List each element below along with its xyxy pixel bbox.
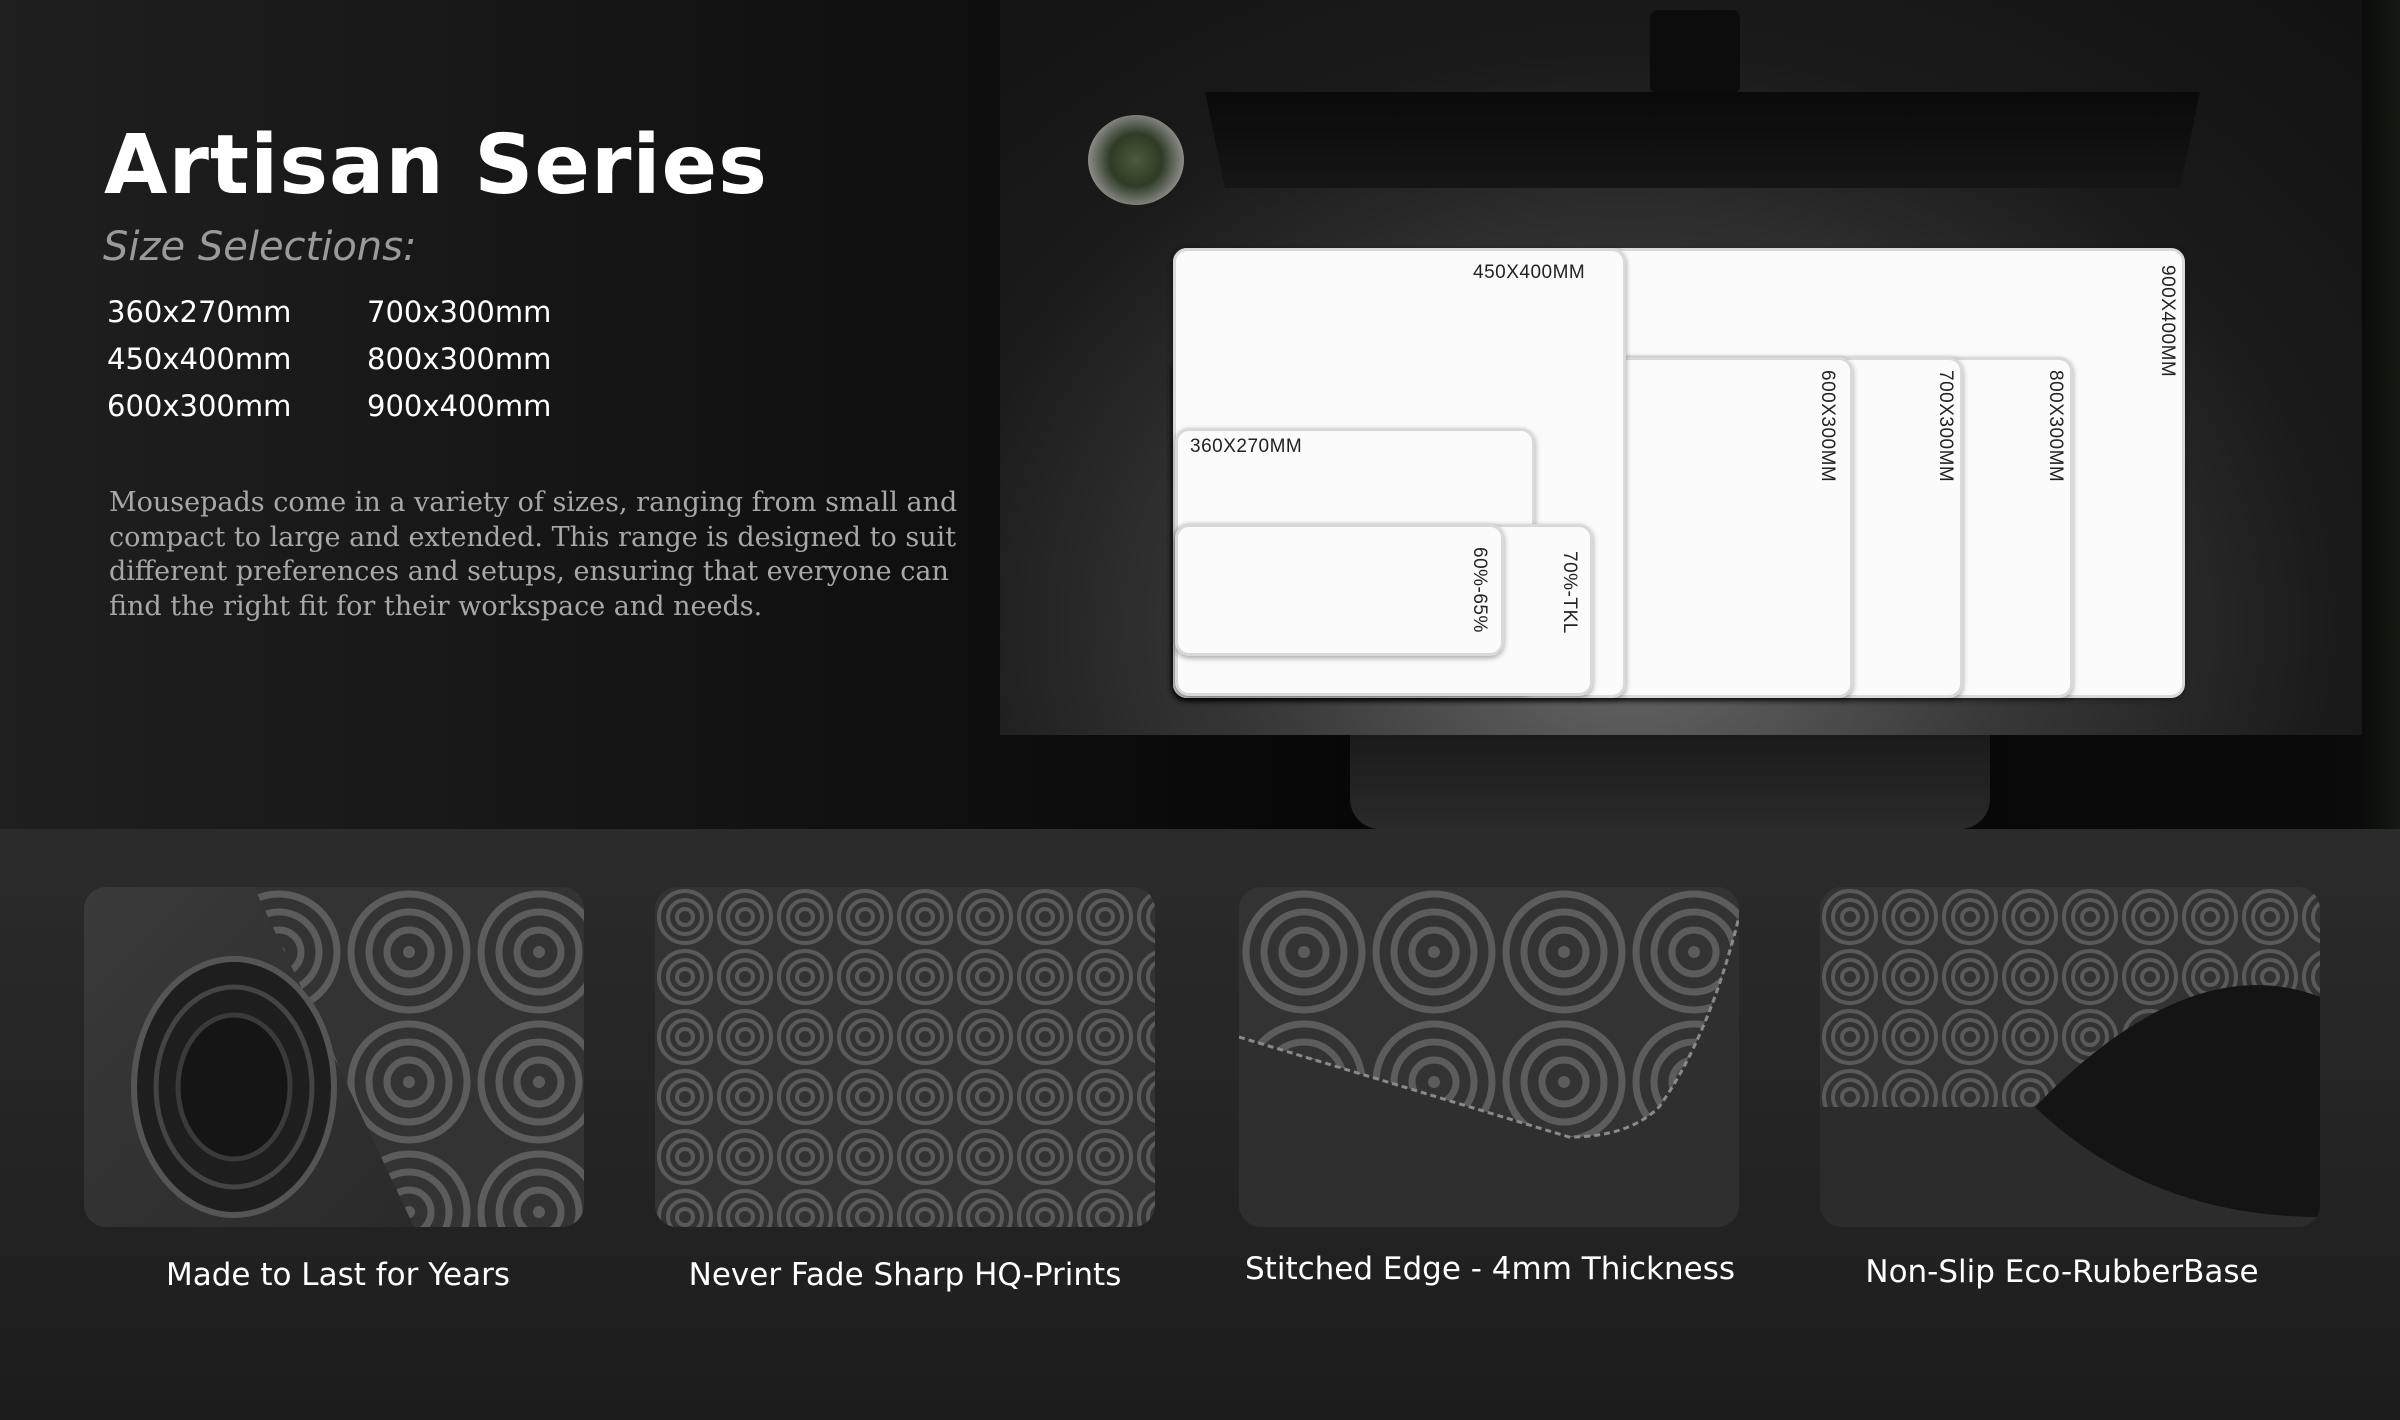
pad-label: 700X300MM xyxy=(1935,370,1956,483)
pad-label: 800X300MM xyxy=(2045,370,2066,483)
size-item: 800x300mm xyxy=(367,342,552,376)
hero-section: Artisan Series Size Selections: 360x270m… xyxy=(0,0,2400,829)
size-description: Mousepads come in a variety of sizes, ra… xyxy=(109,487,958,622)
feature-caption: Never Fade Sharp HQ-Prints xyxy=(688,1257,1122,1293)
rubber-base-icon xyxy=(1820,887,2320,1227)
pad-label: 600X300MM xyxy=(1817,370,1838,483)
swirl-pattern-icon xyxy=(655,887,1155,1227)
pad-60-65: 60%-65% xyxy=(1175,524,1504,656)
feature-card-stitched-edge xyxy=(1239,887,1739,1227)
feature-caption: Non-Slip Eco-RubberBase xyxy=(1865,1254,2259,1290)
size-item: 360x270mm xyxy=(107,295,292,329)
features-section: Made to Last for Years Never Fade Sharp … xyxy=(0,829,2400,1420)
size-item: 700x300mm xyxy=(367,295,552,329)
size-list: 360x270mm 700x300mm 450x400mm 800x300mm … xyxy=(107,296,627,423)
pad-label: 70%-TKL xyxy=(1559,551,1580,634)
pad-label: 900X400MM xyxy=(2157,265,2178,378)
plant-icon xyxy=(1088,115,1184,205)
size-item: 900x400mm xyxy=(367,389,552,423)
monitor-stand xyxy=(1650,10,1740,94)
pad-label: 60%-65% xyxy=(1469,547,1490,633)
rolled-mousepad-icon xyxy=(131,887,584,1227)
pad-label: 450X400MM xyxy=(1473,262,1586,283)
size-item: 600x300mm xyxy=(107,389,292,423)
page-title: Artisan Series xyxy=(104,118,768,213)
size-item: 450x400mm xyxy=(107,342,292,376)
size-selections-heading: Size Selections: xyxy=(103,224,417,270)
monitor xyxy=(1205,92,2200,188)
pad-label: 360X270MM xyxy=(1190,436,1303,457)
feature-caption: Made to Last for Years xyxy=(165,1257,510,1293)
chair xyxy=(1350,735,1990,829)
feature-card-rubber-base xyxy=(1820,887,2320,1227)
feature-card-prints xyxy=(655,887,1155,1227)
feature-card-durability xyxy=(84,887,584,1227)
feature-caption: Stitched Edge - 4mm Thickness xyxy=(1245,1251,1735,1287)
plant-edge xyxy=(2362,0,2400,829)
stitched-edge-icon xyxy=(1239,887,1739,1227)
